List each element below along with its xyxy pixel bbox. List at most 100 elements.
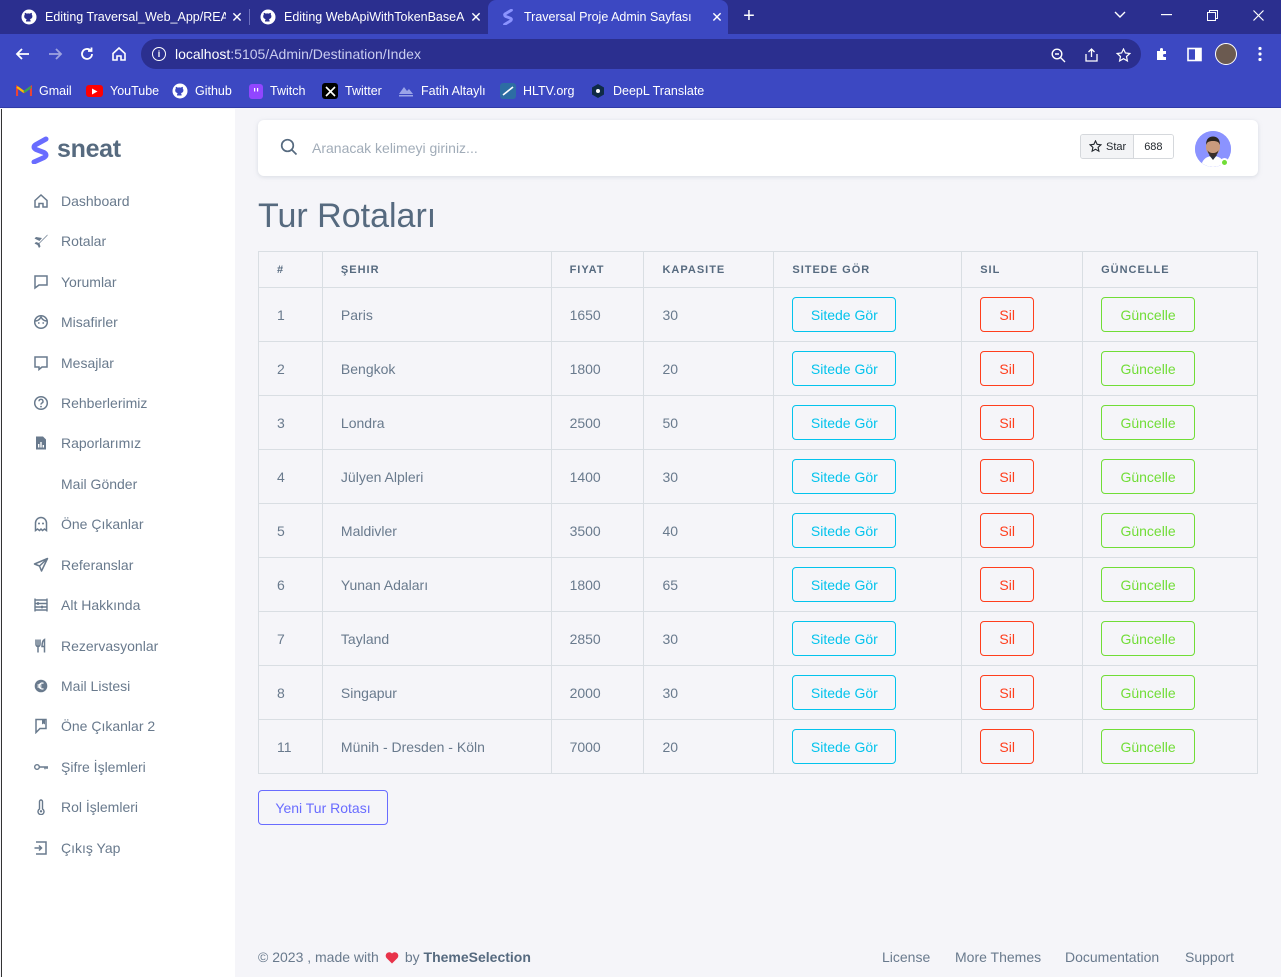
update-button[interactable]: Güncelle: [1101, 729, 1196, 764]
cell-city: Londra: [321, 395, 552, 450]
tab-close-icon[interactable]: ✕: [465, 9, 487, 26]
browser-tab[interactable]: Editing Traversal_Web_App/READ ✕: [12, 0, 248, 34]
view-on-site-button[interactable]: Sitede Gör: [792, 567, 897, 602]
sidebar-item-yorumlar[interactable]: Yorumlar: [32, 270, 117, 294]
extensions-icon[interactable]: [1152, 44, 1172, 64]
footer-link-more-themes[interactable]: More Themes: [955, 949, 1041, 965]
update-button[interactable]: Güncelle: [1101, 351, 1196, 386]
star-count[interactable]: 688: [1134, 135, 1173, 158]
footer-link-support[interactable]: Support: [1185, 949, 1234, 965]
update-button[interactable]: Güncelle: [1101, 459, 1196, 494]
table-row: 8 Singapur 2000 30 Sitede Gör Sil Güncelle: [258, 665, 1258, 720]
delete-button[interactable]: Sil: [980, 459, 1035, 494]
bookmark-deepl[interactable]: DeepL Translate: [590, 82, 704, 100]
share-icon[interactable]: [1082, 46, 1100, 64]
forward-icon[interactable]: [43, 42, 67, 66]
browser-tab-active[interactable]: Traversal Proje Admin Sayfası ✕: [488, 0, 728, 34]
new-tab-button[interactable]: +: [738, 5, 760, 27]
delete-button[interactable]: Sil: [980, 513, 1035, 548]
bookmark-github[interactable]: Github: [172, 82, 232, 100]
update-button[interactable]: Güncelle: [1101, 621, 1196, 656]
cell-action: Sitede Gör: [773, 341, 963, 396]
new-route-button[interactable]: Yeni Tur Rotası: [258, 790, 388, 825]
restore-icon[interactable]: [1189, 0, 1235, 30]
sidebar-item-misafirler[interactable]: Misafirler: [32, 310, 118, 334]
tab-close-icon[interactable]: ✕: [706, 9, 728, 26]
sidebar-item-one-cikanlar-2[interactable]: Öne Çıkanlar 2: [32, 714, 155, 738]
sidebar-item-cikis-yap[interactable]: Çıkış Yap: [32, 836, 120, 860]
view-on-site-button[interactable]: Sitede Gör: [792, 675, 897, 710]
view-on-site-button[interactable]: Sitede Gör: [792, 405, 897, 440]
sidebar-item-alt-hakkinda[interactable]: Alt Hakkında: [32, 593, 140, 617]
sidebar-item-dashboard[interactable]: Dashboard: [32, 189, 130, 213]
table-row: 4 Jülyen Alpleri 1400 30 Sitede Gör Sil Güncel…: [258, 449, 1258, 504]
home-icon: [32, 193, 49, 210]
site-info-icon[interactable]: i: [152, 47, 166, 61]
bookmark-hltv[interactable]: HLTV.org: [500, 82, 574, 100]
reload-icon[interactable]: [75, 42, 99, 66]
cell-price: 7000: [550, 719, 645, 774]
sidebar-item-rehberlerimiz[interactable]: Rehberlerimiz: [32, 391, 147, 415]
update-button[interactable]: Güncelle: [1101, 297, 1196, 332]
close-window-icon[interactable]: [1235, 0, 1281, 30]
bookmark-gmail[interactable]: Gmail: [16, 82, 72, 100]
delete-button[interactable]: Sil: [980, 675, 1035, 710]
delete-button[interactable]: Sil: [980, 351, 1035, 386]
more-menu-icon[interactable]: [1250, 44, 1270, 64]
zoom-icon[interactable]: [1049, 46, 1067, 64]
view-on-site-button[interactable]: Sitede Gör: [792, 297, 897, 332]
cell-action: Sil: [961, 449, 1084, 504]
bookmark-twitter[interactable]: Twitter: [322, 82, 382, 100]
view-on-site-button[interactable]: Sitede Gör: [792, 513, 897, 548]
youtube-icon: [86, 85, 103, 97]
search-input[interactable]: [312, 135, 912, 161]
footer-link-documentation[interactable]: Documentation: [1065, 949, 1159, 965]
brand-logo[interactable]: sneat: [30, 135, 121, 164]
delete-button[interactable]: Sil: [980, 567, 1035, 602]
home-browser-icon[interactable]: [107, 42, 131, 66]
minimize-icon[interactable]: [1143, 0, 1189, 30]
view-on-site-button[interactable]: Sitede Gör: [792, 729, 897, 764]
update-button[interactable]: Güncelle: [1101, 675, 1196, 710]
delete-button[interactable]: Sil: [980, 729, 1035, 764]
back-icon[interactable]: [11, 42, 35, 66]
tab-search-icon[interactable]: [1097, 0, 1143, 30]
bookmark-fatih-altayli[interactable]: Fatih Altaylı: [398, 82, 486, 100]
view-on-site-button[interactable]: Sitede Gör: [792, 459, 897, 494]
view-on-site-button[interactable]: Sitede Gör: [792, 351, 897, 386]
table-row: 1 Paris 1650 30 Sitede Gör Sil Güncelle: [258, 287, 1258, 342]
sidebar-item-rol-islemleri[interactable]: Rol İşlemleri: [32, 795, 138, 819]
sidebar-item-mesajlar[interactable]: Mesajlar: [32, 351, 114, 375]
side-panel-icon[interactable]: [1184, 44, 1204, 64]
bookmark-star-icon[interactable]: [1114, 46, 1132, 64]
delete-button[interactable]: Sil: [980, 621, 1035, 656]
browser-tab[interactable]: Editing WebApiWithTokenBaseA ✕: [251, 0, 487, 34]
star-button[interactable]: Star: [1081, 135, 1135, 158]
update-button[interactable]: Güncelle: [1101, 567, 1196, 602]
update-button[interactable]: Güncelle: [1101, 405, 1196, 440]
delete-button[interactable]: Sil: [980, 405, 1035, 440]
footer-link-license[interactable]: License: [882, 949, 930, 965]
view-on-site-button[interactable]: Sitede Gör: [792, 621, 897, 656]
delete-button[interactable]: Sil: [980, 297, 1035, 332]
sidebar-item-rezervasyonlar[interactable]: Rezervasyonlar: [32, 634, 158, 658]
bookmark-twitch[interactable]: Twitch: [249, 82, 305, 100]
sidebar-item-sifre-islemleri[interactable]: Şifre İşlemleri: [32, 755, 146, 779]
footer-brand-link[interactable]: ThemeSelection: [424, 949, 531, 965]
cell-action: Güncelle: [1082, 395, 1258, 450]
url-bar[interactable]: i localhost:5105/Admin/Destination/Index: [141, 39, 1141, 69]
logout-icon: [32, 840, 49, 857]
cell-id: 1: [258, 287, 323, 342]
sidebar-item-one-cikanlar[interactable]: Öne Çıkanlar: [32, 512, 143, 536]
sidebar-item-mail-listesi[interactable]: Mail Listesi: [32, 674, 130, 698]
update-button[interactable]: Güncelle: [1101, 513, 1196, 548]
sidebar-item-raporlarimiz[interactable]: Raporlarımız: [32, 431, 141, 455]
sidebar-item-referanslar[interactable]: Referanslar: [32, 553, 133, 577]
browser-profile-avatar[interactable]: [1215, 43, 1237, 65]
tab-close-icon[interactable]: ✕: [226, 9, 248, 26]
thermometer-icon: [32, 799, 49, 816]
github-star-button[interactable]: Star 688: [1080, 134, 1174, 159]
bookmark-youtube[interactable]: YouTube: [86, 82, 159, 100]
sidebar-item-mail-gonder[interactable]: Mail Gönder: [61, 472, 137, 496]
sidebar-item-rotalar[interactable]: Rotalar: [32, 229, 106, 253]
